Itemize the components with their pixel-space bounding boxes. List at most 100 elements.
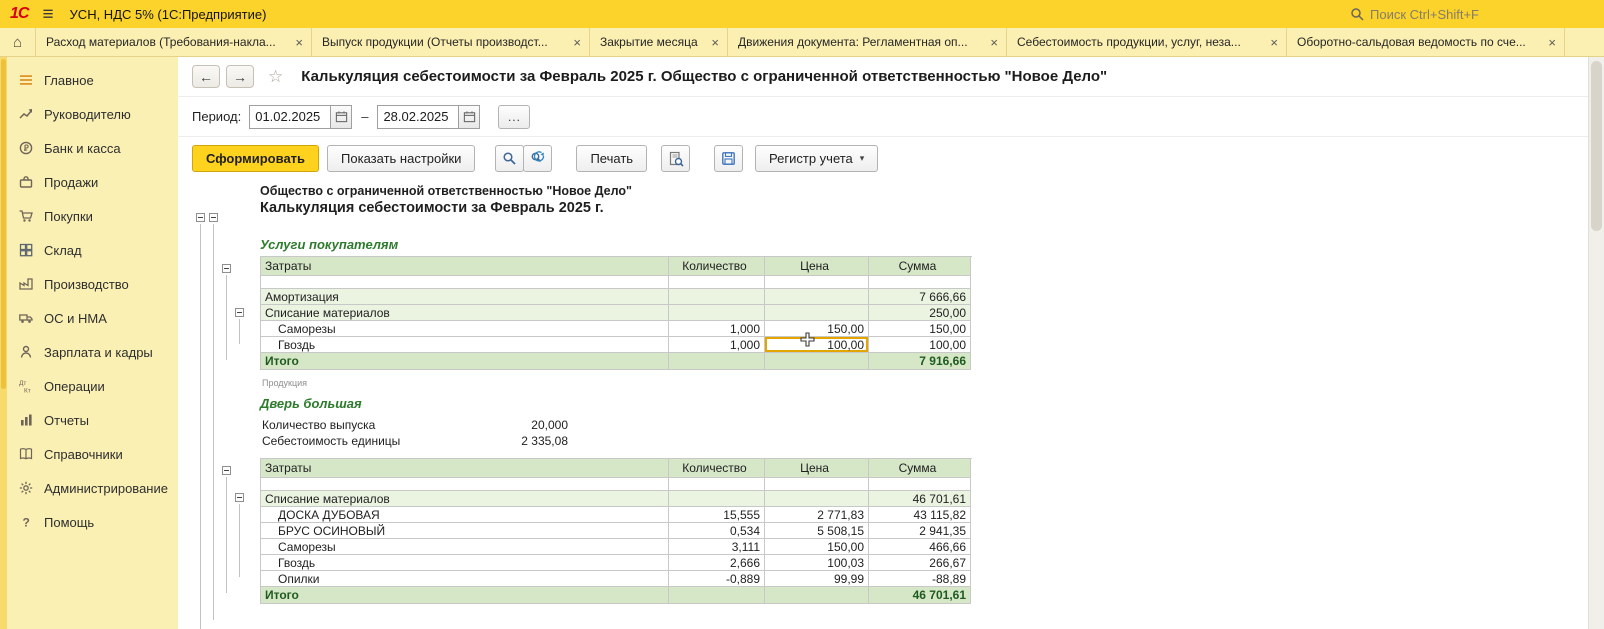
report-cell[interactable]: 250,00 (869, 305, 971, 321)
report-cell[interactable]: 1,000 (669, 321, 765, 337)
report-cell[interactable]: 5 508,15 (765, 523, 869, 539)
scrollbar-thumb[interactable] (1591, 61, 1602, 231)
report-cell[interactable]: -88,89 (869, 571, 971, 587)
report-cell[interactable]: Саморезы (261, 321, 669, 337)
sidebar-item-rukovoditelyu[interactable]: Руководителю (0, 97, 178, 131)
report-cell[interactable]: 150,00 (765, 321, 869, 337)
section-title-uslugi[interactable]: Услуги покупателям (260, 237, 398, 252)
report-cell[interactable]: 150,00 (765, 539, 869, 555)
report-cell[interactable]: 7 666,66 (869, 289, 971, 305)
tab-sebestoimost[interactable]: Себестоимость продукции, услуг, неза... … (1007, 28, 1287, 56)
total-cell[interactable]: Итого (261, 587, 669, 604)
total-cell[interactable] (669, 587, 765, 604)
report-cell[interactable]: 0,534 (669, 523, 765, 539)
report-cell-selected[interactable]: 100,00 (765, 337, 869, 353)
sidebar-item-glavnoe[interactable]: Главное (0, 63, 178, 97)
sidebar-scrollbar[interactable] (0, 57, 7, 629)
sidebar-item-os-i-nma[interactable]: ОС и НМА (0, 301, 178, 335)
tree-expand-box[interactable] (222, 466, 231, 475)
total-cell[interactable] (669, 353, 765, 370)
close-icon[interactable]: × (1270, 35, 1278, 50)
close-icon[interactable]: × (990, 35, 998, 50)
sidebar-item-operacii[interactable]: ДтКт Операции (0, 369, 178, 403)
report-cell[interactable]: 466,66 (869, 539, 971, 555)
tab-raskhod-materialov[interactable]: Расход материалов (Требования-накла... × (36, 28, 312, 56)
report-cell[interactable] (669, 491, 765, 507)
register-dropdown-button[interactable]: Регистр учета ▾ (755, 145, 878, 172)
report-cell[interactable]: Списание материалов (261, 305, 669, 321)
report-cell[interactable]: Списание материалов (261, 491, 669, 507)
show-settings-button[interactable]: Показать настройки (327, 145, 475, 172)
generate-button[interactable]: Сформировать (192, 145, 319, 172)
sidebar-item-sklad[interactable]: Склад (0, 233, 178, 267)
sidebar-scroll-thumb[interactable] (1, 59, 6, 389)
total-cell[interactable] (765, 353, 869, 370)
report-cell[interactable]: 2,666 (669, 555, 765, 571)
tab-osv[interactable]: Оборотно-сальдовая ведомость по сче... × (1287, 28, 1565, 56)
report-cell[interactable] (765, 491, 869, 507)
preview-button[interactable] (661, 145, 690, 172)
report-cell[interactable]: 100,03 (765, 555, 869, 571)
global-search[interactable]: Поиск Ctrl+Shift+F (1350, 0, 1479, 28)
info-value[interactable]: 2 335,08 (521, 434, 568, 448)
find-refresh-button[interactable] (523, 145, 552, 172)
info-value[interactable]: 20,000 (531, 418, 568, 432)
period-from-input[interactable] (249, 105, 331, 129)
total-cell[interactable]: Итого (261, 353, 669, 370)
main-menu-icon[interactable]: ≡ (42, 5, 53, 24)
total-cell[interactable] (765, 587, 869, 604)
print-button[interactable]: Печать (576, 145, 647, 172)
sidebar-item-administrirovanie[interactable]: Администрирование (0, 471, 178, 505)
close-icon[interactable]: × (573, 35, 581, 50)
forward-button[interactable]: → (226, 65, 254, 88)
sidebar-item-pokupki[interactable]: Покупки (0, 199, 178, 233)
tree-expand-box[interactable] (209, 213, 218, 222)
sidebar-item-spravochniki[interactable]: Справочники (0, 437, 178, 471)
period-to-input[interactable] (377, 105, 459, 129)
report-cell[interactable]: 15,555 (669, 507, 765, 523)
report-cell[interactable]: 99,99 (765, 571, 869, 587)
calendar-button[interactable] (459, 105, 480, 129)
close-icon[interactable]: × (711, 35, 719, 50)
report-cell[interactable]: -0,889 (669, 571, 765, 587)
total-cell[interactable]: 46 701,61 (869, 587, 971, 604)
sidebar-item-pomosch[interactable]: ? Помощь (0, 505, 178, 539)
report-cell[interactable]: Гвоздь (261, 337, 669, 353)
report-cell[interactable]: 43 115,82 (869, 507, 971, 523)
report-cell[interactable]: 46 701,61 (869, 491, 971, 507)
report-cell[interactable] (765, 305, 869, 321)
vertical-scrollbar[interactable] (1588, 57, 1604, 629)
calendar-button[interactable] (331, 105, 352, 129)
section-title-dver[interactable]: Дверь большая (260, 396, 362, 411)
close-icon[interactable]: × (295, 35, 303, 50)
report-cell[interactable]: 2 941,35 (869, 523, 971, 539)
back-button[interactable]: ← (192, 65, 220, 88)
report-cell[interactable] (669, 305, 765, 321)
sidebar-item-otchety[interactable]: Отчеты (0, 403, 178, 437)
report-cell[interactable] (669, 289, 765, 305)
report-cell[interactable]: 2 771,83 (765, 507, 869, 523)
report-cell[interactable]: Опилки (261, 571, 669, 587)
report-cell[interactable]: БРУС ОСИНОВЫЙ (261, 523, 669, 539)
report-cell[interactable]: 150,00 (869, 321, 971, 337)
period-more-button[interactable]: ... (498, 105, 530, 129)
report-cell[interactable]: ДОСКА ДУБОВАЯ (261, 507, 669, 523)
report-cell[interactable]: Амортизация (261, 289, 669, 305)
tree-expand-box[interactable] (196, 213, 205, 222)
tab-vypusk-produkcii[interactable]: Выпуск продукции (Отчеты производст... × (312, 28, 590, 56)
sidebar-item-proizvodstvo[interactable]: Производство (0, 267, 178, 301)
sidebar-item-zarplata-i-kadry[interactable]: Зарплата и кадры (0, 335, 178, 369)
find-button[interactable] (495, 145, 524, 172)
save-button[interactable] (714, 145, 743, 172)
tree-expand-box[interactable] (235, 493, 244, 502)
report-cell[interactable]: Саморезы (261, 539, 669, 555)
report-cell[interactable]: 100,00 (869, 337, 971, 353)
report-cell[interactable]: 3,111 (669, 539, 765, 555)
total-cell[interactable]: 7 916,66 (869, 353, 971, 370)
favorite-star-icon[interactable]: ☆ (268, 67, 283, 87)
report-cell[interactable] (765, 289, 869, 305)
sidebar-item-prodazhi[interactable]: Продажи (0, 165, 178, 199)
report-cell[interactable]: 266,67 (869, 555, 971, 571)
tab-dvizheniya-dokumenta[interactable]: Движения документа: Регламентная оп... × (728, 28, 1007, 56)
report-cell[interactable]: Гвоздь (261, 555, 669, 571)
